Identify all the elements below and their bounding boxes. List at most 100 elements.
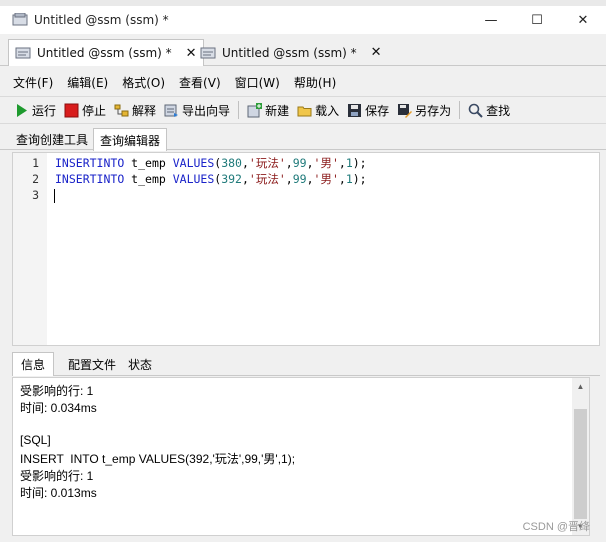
menu-view[interactable]: 查看(V) <box>172 74 228 91</box>
window-controls: — ☐ ✕ <box>468 6 606 34</box>
window-title: Untitled @ssm (ssm) * <box>34 13 169 27</box>
query-icon <box>200 46 216 60</box>
number-literal: 99 <box>292 156 307 170</box>
menu-format[interactable]: 格式(O) <box>115 74 172 91</box>
punctuation: ); <box>352 156 367 170</box>
output-line: 受影响的行: 1 <box>20 469 94 483</box>
toolbar-separator <box>459 101 461 119</box>
output-line: [SQL] <box>20 433 51 447</box>
line-number: 2 <box>32 172 39 186</box>
tab-close-icon[interactable]: ✕ <box>371 45 382 60</box>
punctuation: , <box>241 156 249 170</box>
stop-icon <box>64 103 79 118</box>
string-literal: '玩法' <box>248 156 286 170</box>
export-wizard-label: 导出向导 <box>182 103 231 118</box>
save-icon <box>347 103 362 118</box>
number-literal: 99 <box>292 172 307 186</box>
tab-profile[interactable]: 配置文件 <box>60 352 124 376</box>
scroll-up-icon[interactable]: ▲ <box>572 378 589 395</box>
keyword: VALUES <box>172 156 215 170</box>
document-tab-label: Untitled @ssm (ssm) * <box>222 45 357 60</box>
punctuation: ( <box>214 172 222 186</box>
document-tab-1[interactable]: Untitled @ssm (ssm) * ✕ <box>8 39 204 66</box>
tab-query-builder[interactable]: 查询创建工具 <box>10 128 94 151</box>
export-icon <box>164 103 179 118</box>
find-label: 查找 <box>486 103 511 118</box>
new-label: 新建 <box>265 103 290 118</box>
search-icon <box>468 103 483 118</box>
punctuation: , <box>285 156 293 170</box>
code-line: 3 <box>13 187 39 203</box>
run-button[interactable]: 运行 <box>10 98 60 122</box>
menu-bar: 文件(F) 编辑(E) 格式(O) 查看(V) 窗口(W) 帮助(H) <box>6 70 343 94</box>
save-label: 保存 <box>365 103 390 118</box>
menu-file[interactable]: 文件(F) <box>6 74 60 91</box>
toolbar: 运行 停止 解释 导出向导 新建 载入 保存 另存为 查找 <box>0 96 606 124</box>
code-line-text: INSERT INTO t_emp VALUES(380, '玩法', 99, '男'… <box>55 155 367 171</box>
query-view-tabs: 查询创建工具 查询编辑器 <box>0 126 606 151</box>
punctuation: ); <box>352 172 367 186</box>
keyword: INSERT <box>55 172 97 186</box>
output-line: 时间: 0.034ms <box>20 401 97 415</box>
tab-info[interactable]: 信息 <box>12 352 55 376</box>
line-number: 3 <box>32 188 39 202</box>
stop-button[interactable]: 停止 <box>60 98 110 122</box>
minimize-button[interactable]: — <box>468 6 514 34</box>
maximize-button[interactable]: ☐ <box>514 6 560 34</box>
sql-editor[interactable]: 1 INSERT INTO t_emp VALUES(380, '玩法', 99, '… <box>12 152 600 346</box>
save-as-label: 另存为 <box>415 103 452 118</box>
new-icon <box>247 102 263 118</box>
explain-button[interactable]: 解释 <box>110 98 160 122</box>
string-literal: '男' <box>313 172 339 186</box>
scroll-thumb[interactable] <box>574 409 587 519</box>
document-tab-label: Untitled @ssm (ssm) * <box>37 46 172 60</box>
keyword: INTO <box>96 172 125 186</box>
keyword: INSERT <box>55 156 97 170</box>
code-line-text: INSERT INTO t_emp VALUES(392, '玩法', 99, '男'… <box>55 171 367 187</box>
punctuation: , <box>306 156 314 170</box>
run-label: 运行 <box>32 103 57 118</box>
find-button[interactable]: 查找 <box>464 98 514 122</box>
explain-icon <box>114 103 129 118</box>
tab-status[interactable]: 状态 <box>120 352 160 376</box>
string-literal: '男' <box>313 156 339 170</box>
punctuation: , <box>338 172 346 186</box>
menu-edit[interactable]: 编辑(E) <box>60 74 115 91</box>
explain-label: 解释 <box>132 103 157 118</box>
tab-query-editor[interactable]: 查询编辑器 <box>93 128 168 151</box>
navicat-app-icon <box>12 12 28 27</box>
menu-window[interactable]: 窗口(W) <box>228 74 287 91</box>
output-line: 受影响的行: 1 <box>20 384 94 398</box>
message-output[interactable]: 受影响的行: 1 时间: 0.034ms [SQL] INSERT INTO t… <box>12 377 590 536</box>
result-tabs: 信息 配置文件 状态 <box>12 351 600 376</box>
punctuation: , <box>338 156 346 170</box>
line-number: 1 <box>32 156 39 170</box>
vertical-scrollbar[interactable]: ▲ ▼ <box>572 378 589 535</box>
output-line: INSERT INTO t_emp VALUES(392,'玩法',99,'男'… <box>20 452 296 466</box>
number-literal: 392 <box>221 172 242 186</box>
punctuation: , <box>285 172 293 186</box>
punctuation: ( <box>214 156 222 170</box>
keyword: VALUES <box>172 172 215 186</box>
new-button[interactable]: 新建 <box>243 98 293 122</box>
save-button[interactable]: 保存 <box>343 98 393 122</box>
folder-icon <box>297 103 312 118</box>
load-button[interactable]: 载入 <box>293 98 343 122</box>
save-as-icon <box>397 103 413 118</box>
close-button[interactable]: ✕ <box>560 6 606 34</box>
export-wizard-button[interactable]: 导出向导 <box>160 98 234 122</box>
punctuation: , <box>306 172 314 186</box>
document-tab-2[interactable]: Untitled @ssm (ssm) * ✕ <box>194 39 388 66</box>
number-literal: 380 <box>221 156 242 170</box>
punctuation: , <box>241 172 249 186</box>
title-bar: Untitled @ssm (ssm) * — ☐ ✕ <box>0 0 606 34</box>
output-line: 时间: 0.013ms <box>20 486 97 500</box>
stop-label: 停止 <box>82 103 107 118</box>
menu-help[interactable]: 帮助(H) <box>287 74 343 91</box>
load-label: 载入 <box>315 103 340 118</box>
table-name: t_emp <box>124 156 173 170</box>
code-line: 1 <box>13 155 39 171</box>
query-icon <box>15 46 31 60</box>
string-literal: '玩法' <box>248 172 286 186</box>
save-as-button[interactable]: 另存为 <box>393 98 455 122</box>
